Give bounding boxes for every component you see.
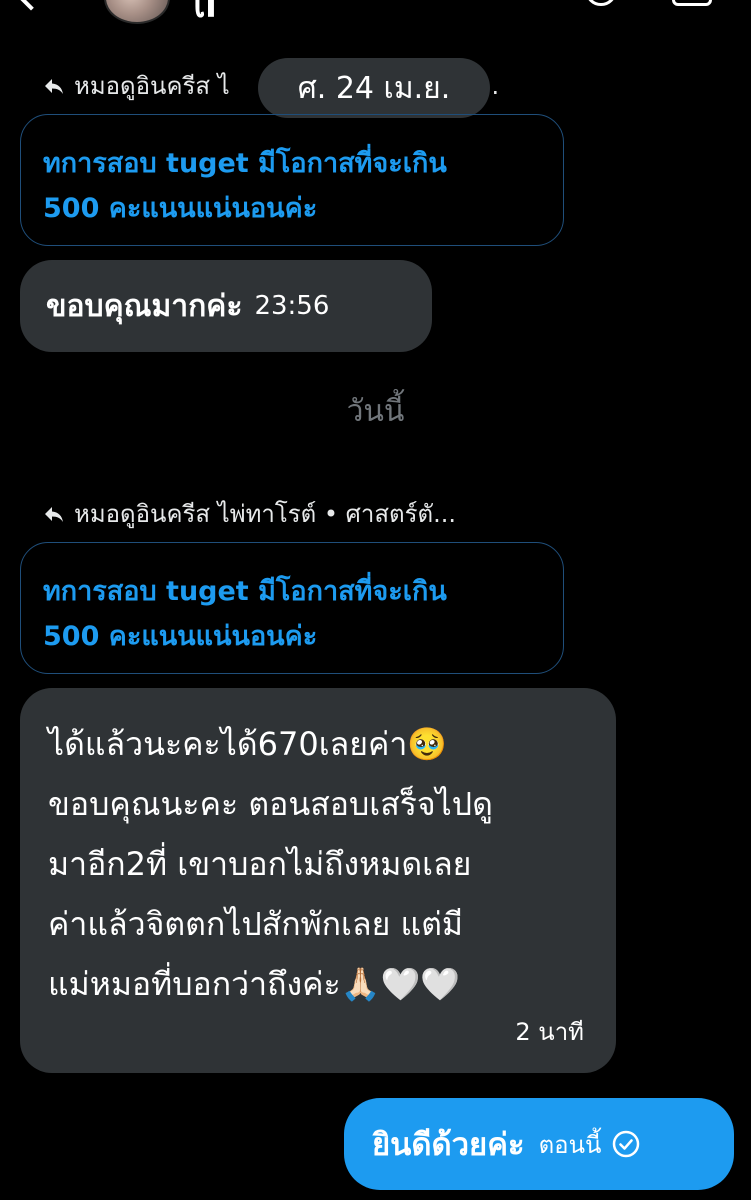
quoted-message[interactable]: ทการสอบ tuget มีโอกาสที่จะเกิน 500 คะแนน… (20, 542, 564, 674)
message-bubble[interactable]: ขอบคุณมากค่ะ 23:56 (20, 260, 432, 352)
message-time: ตอนนี้ (538, 1130, 602, 1159)
message-text: ขอบคุณมากค่ะ (46, 288, 243, 324)
message-text: ยินดีด้วยค่ะ (372, 1127, 525, 1163)
reply-reference[interactable]: หมอดูอินครีส ไพ่ทาโรต์ • ศาสตร์ตั... (42, 494, 456, 533)
conversation-name: ꪶl (192, 0, 217, 26)
quoted-line: ทการสอบ tuget มีโอกาสที่จะเกิน (43, 576, 447, 607)
settings-icon[interactable] (672, 0, 712, 6)
quoted-line: 500 คะแนนแน่นอนค่ะ (43, 193, 318, 224)
check-circle-icon (611, 1129, 641, 1159)
message-bubble[interactable]: ได้แล้วนะคะได้670เลยค่า🥹 ขอบคุณนะคะ ตอนส… (20, 688, 616, 1073)
quoted-line: ทการสอบ tuget มีโอกาสที่จะเกิน (43, 148, 447, 179)
avatar[interactable] (104, 0, 170, 24)
reply-reference-text: หมอดูอินครีส ไ (74, 72, 230, 100)
message-time: 2 นาที (515, 1018, 584, 1046)
reply-arrow-icon (42, 502, 66, 526)
date-pill: ศ. 24 เม.ย. (258, 58, 490, 118)
reply-reference-text: หมอดูอินครีส ไพ่ทาโรต์ • ศาสตร์ตั... (74, 500, 456, 528)
date-divider: วันนี้ (346, 394, 405, 429)
back-chevron-icon[interactable] (15, 0, 47, 11)
message-time: 23:56 (254, 291, 330, 321)
sent-message-bubble[interactable]: ยินดีด้วยค่ะ ตอนนี้ (344, 1098, 734, 1190)
info-icon[interactable] (585, 0, 617, 6)
quoted-message[interactable]: ทการสอบ tuget มีโอกาสที่จะเกิน 500 คะแนน… (20, 114, 564, 246)
reply-arrow-icon (42, 74, 66, 98)
message-text: ได้แล้วนะคะได้670เลยค่า🥹 ขอบคุณนะคะ ตอนส… (48, 725, 493, 1003)
quoted-line: 500 คะแนนแน่นอนค่ะ (43, 621, 318, 652)
